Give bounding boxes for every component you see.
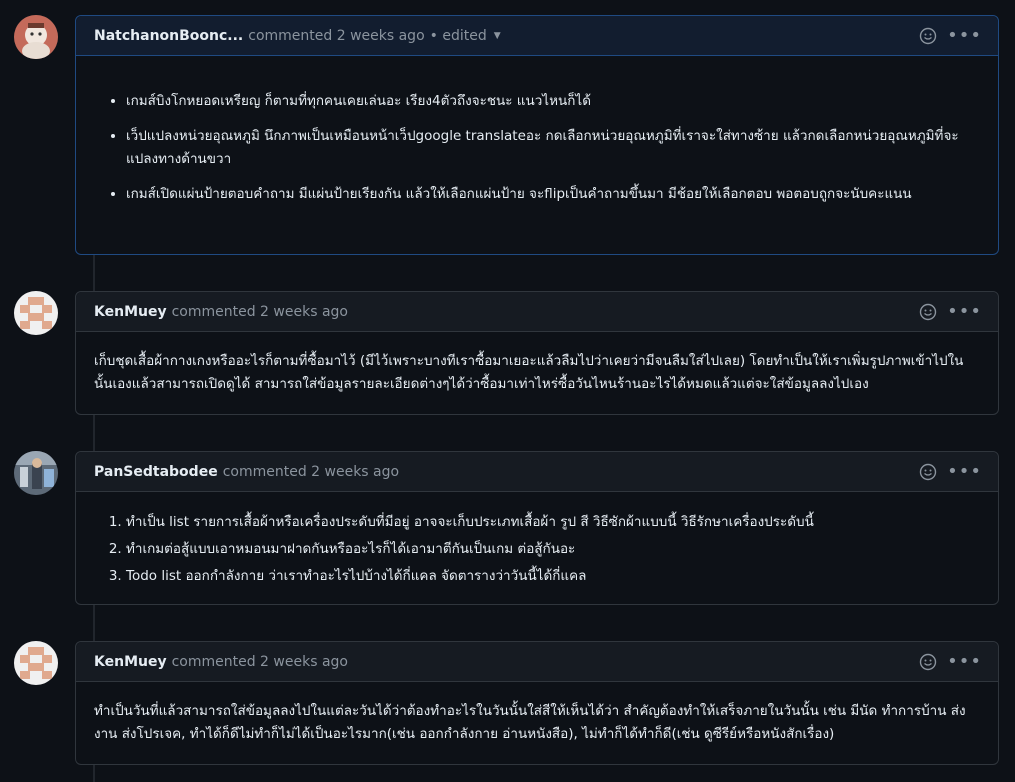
smiley-icon[interactable] <box>919 463 937 481</box>
identicon-icon <box>14 641 58 685</box>
avatar[interactable] <box>14 291 58 335</box>
smiley-icon[interactable] <box>919 653 937 671</box>
comment-timestamp[interactable]: commented 2 weeks ago <box>223 464 399 480</box>
list-item: เว็ปแปลงหน่วยอุณหภูมิ นึกภาพเป็นเหมือนหน… <box>126 125 980 171</box>
kebab-icon[interactable]: ••• <box>947 302 982 320</box>
avatar[interactable] <box>14 451 58 495</box>
comment-text: เก็บชุดเสื้อผ้ากางเกงหรืออะไรก็ตามที่ซื้… <box>94 353 964 392</box>
avatar-image-icon <box>14 451 58 495</box>
comment-header: PanSedtabodee commented 2 weeks ago ••• <box>76 452 998 492</box>
comment-author[interactable]: KenMuey <box>94 304 167 320</box>
comment-body: ทำเป็น list รายการเสื้อผ้าหรือเครื่องประ… <box>76 492 998 608</box>
comment-body: ทำเป็นวันที่แล้วสามารถใส่ข้อมูลลงไปในแต่… <box>76 682 998 762</box>
comment-body: เกมส์บิงโกหยอดเหรียญ ก็ตามที่ทุกคนเคยเล่… <box>76 56 998 234</box>
list-item: เกมส์เปิดแผ่นป้ายตอบคำถาม มีแผ่นป้ายเรีย… <box>126 183 980 206</box>
comment-header: KenMuey commented 2 weeks ago ••• <box>76 292 998 332</box>
smiley-icon[interactable] <box>919 303 937 321</box>
smiley-icon[interactable] <box>919 27 937 45</box>
kebab-icon[interactable]: ••• <box>947 462 982 480</box>
comment-header: NatchanonBoonc... commented 2 weeks ago … <box>76 16 998 56</box>
list-item: ทำเป็น list รายการเสื้อผ้าหรือเครื่องประ… <box>126 511 980 534</box>
comment-header: KenMuey commented 2 weeks ago ••• <box>76 642 998 682</box>
comment-card: NatchanonBoonc... commented 2 weeks ago … <box>75 15 999 255</box>
comment-timestamp[interactable]: commented 2 weeks ago <box>172 654 348 670</box>
comment-card: KenMuey commented 2 weeks ago ••• ทำเป็น… <box>75 641 999 765</box>
caret-down-icon[interactable]: ▼ <box>494 31 501 41</box>
avatar[interactable] <box>14 15 58 59</box>
comment-card: KenMuey commented 2 weeks ago ••• เก็บชุ… <box>75 291 999 415</box>
comment-card: PanSedtabodee commented 2 weeks ago ••• … <box>75 451 999 605</box>
comment-timestamp[interactable]: commented 2 weeks ago <box>248 28 424 44</box>
avatar-image-icon <box>14 15 58 59</box>
list-item: เกมส์บิงโกหยอดเหรียญ ก็ตามที่ทุกคนเคยเล่… <box>126 90 980 113</box>
comment-text: ทำเป็นวันที่แล้วสามารถใส่ข้อมูลลงไปในแต่… <box>94 703 966 742</box>
comment-timestamp[interactable]: commented 2 weeks ago <box>172 304 348 320</box>
edited-label[interactable]: • edited <box>430 28 487 44</box>
comment-author[interactable]: NatchanonBoonc... <box>94 28 243 44</box>
avatar[interactable] <box>14 641 58 685</box>
kebab-icon[interactable]: ••• <box>947 26 982 44</box>
kebab-icon[interactable]: ••• <box>947 652 982 670</box>
list-item: Todo list ออกกำลังกาย ว่าเราทำอะไรไปบ้าง… <box>126 565 980 588</box>
comment-author[interactable]: KenMuey <box>94 654 167 670</box>
comment-author[interactable]: PanSedtabodee <box>94 464 218 480</box>
list-item: ทำเกมต่อสู้แบบเอาหมอนมาฝาดกันหรืออะไรก็ไ… <box>126 538 980 561</box>
comment-body: เก็บชุดเสื้อผ้ากางเกงหรืออะไรก็ตามที่ซื้… <box>76 332 998 412</box>
identicon-icon <box>14 291 58 335</box>
